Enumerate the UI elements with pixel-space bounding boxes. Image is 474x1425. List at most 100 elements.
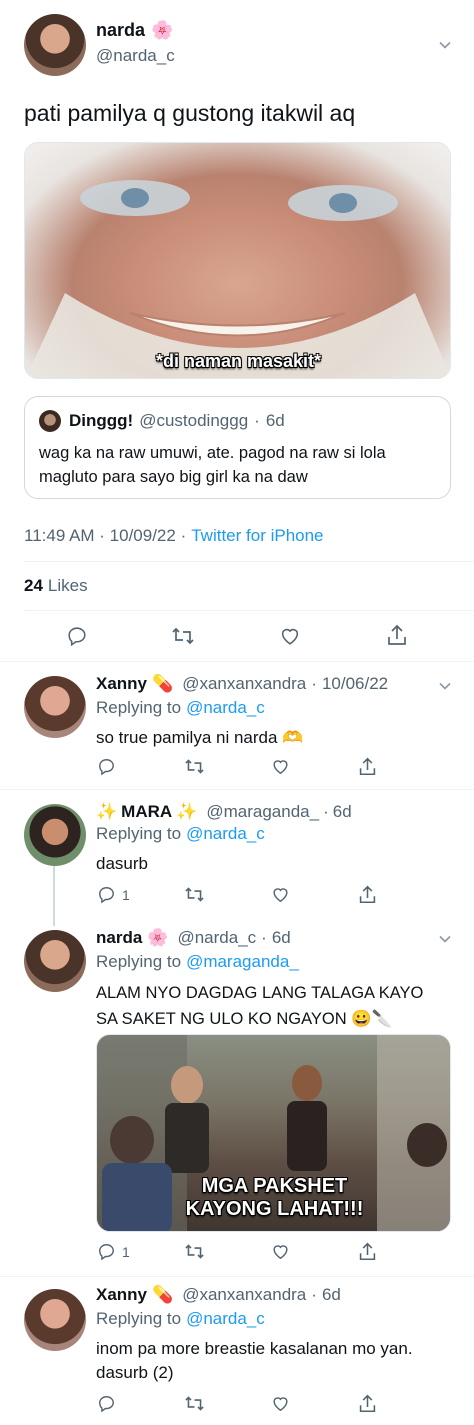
retweet-button[interactable] bbox=[184, 1394, 205, 1413]
divider bbox=[24, 561, 474, 562]
replying-label: Replying to bbox=[96, 952, 182, 971]
avatar[interactable] bbox=[24, 14, 86, 76]
reply-sep: · bbox=[261, 928, 267, 947]
reply-count: 1 bbox=[122, 886, 130, 903]
reply-sep: · bbox=[323, 802, 329, 821]
image-caption-line: MGA PAKSHET bbox=[201, 1175, 348, 1197]
replying-to-handle[interactable]: @narda_c bbox=[186, 824, 265, 844]
share-button[interactable] bbox=[358, 884, 377, 905]
avatar[interactable] bbox=[24, 804, 86, 866]
tweet-meta: 11:49 AM · 10/09/22 · Twitter for iPhone bbox=[24, 526, 324, 546]
like-icon bbox=[271, 1242, 290, 1261]
sparkle-icon: ✨ bbox=[176, 802, 198, 821]
likes-label: Likes bbox=[47, 576, 88, 595]
replying-to-handle[interactable]: @maraganda_ bbox=[186, 952, 299, 972]
avatar[interactable] bbox=[24, 676, 86, 738]
retweet-button[interactable] bbox=[184, 885, 205, 904]
avatar[interactable] bbox=[24, 1289, 86, 1351]
reply-button[interactable] bbox=[97, 757, 122, 776]
quote-text: wag ka na raw umuwi, ate. pagod na raw s… bbox=[39, 444, 386, 486]
author-emoji: 🌸 bbox=[147, 928, 169, 947]
tweet-image[interactable]: *di naman masakit* bbox=[24, 142, 451, 379]
reply-tweet[interactable]: Xanny 💊 @xanxanxandra · 6d Replying to @… bbox=[0, 1277, 474, 1425]
quote-author-handle: @custodinggg bbox=[139, 411, 249, 430]
like-icon bbox=[279, 625, 301, 647]
reply-icon bbox=[97, 885, 116, 904]
reply-text-line: dasurb (2) bbox=[96, 1363, 174, 1382]
replying-to: Replying to @narda_c bbox=[96, 1309, 265, 1329]
reply-header: Xanny 💊 @xanxanxandra · 10/06/22 bbox=[96, 674, 388, 694]
like-button[interactable] bbox=[279, 625, 301, 647]
reply-text: ALAM NYO DAGDAG LANG TALAGA KAYO SA SAKE… bbox=[96, 980, 468, 1032]
chevron-down-icon[interactable] bbox=[438, 679, 452, 693]
author-handle[interactable]: @narda_c bbox=[177, 928, 256, 948]
replying-to: Replying to @narda_c bbox=[96, 824, 265, 844]
reply-text: so true pamilya ni narda 🫶 bbox=[96, 728, 304, 747]
reply-text: dasurb bbox=[96, 854, 148, 873]
reply-image[interactable]: MGA PAKSHET KAYONG LAHAT!!! bbox=[96, 1034, 451, 1232]
reply-text: inom pa more breastie kasalanan mo yan. … bbox=[96, 1337, 468, 1385]
author-name[interactable]: MARA bbox=[121, 802, 172, 822]
like-button[interactable] bbox=[271, 885, 290, 904]
reply-time: 6d bbox=[321, 1285, 341, 1304]
replying-label: Replying to bbox=[96, 1309, 182, 1328]
reply-button[interactable]: 1 bbox=[97, 885, 130, 904]
reply-icon bbox=[97, 1242, 116, 1261]
image-caption: MGA PAKSHET KAYONG LAHAT!!! bbox=[97, 1175, 450, 1221]
reply-icon bbox=[97, 1394, 116, 1413]
reply-time: 6d bbox=[332, 802, 352, 821]
retweet-icon bbox=[171, 625, 195, 647]
replying-to: Replying to @narda_c bbox=[96, 698, 265, 718]
retweet-button[interactable] bbox=[184, 757, 205, 776]
author-emoji: 💊 bbox=[152, 1285, 174, 1304]
image-caption-line: KAYONG LAHAT!!! bbox=[185, 1198, 364, 1220]
reply-button[interactable] bbox=[66, 625, 88, 647]
avatar[interactable] bbox=[24, 930, 86, 992]
author-handle[interactable]: @maraganda_ bbox=[206, 802, 319, 822]
author-name[interactable]: Xanny bbox=[96, 1285, 147, 1305]
reply-header: narda 🌸 @narda_c · 6d bbox=[96, 928, 291, 948]
image-caption: *di naman masakit* bbox=[155, 351, 322, 371]
reply-button[interactable]: 1 bbox=[97, 1242, 130, 1261]
share-icon bbox=[358, 756, 377, 777]
like-button[interactable] bbox=[271, 1394, 290, 1413]
reply-sep: · bbox=[311, 1285, 317, 1304]
chevron-down-icon[interactable] bbox=[438, 38, 452, 52]
retweet-button[interactable] bbox=[171, 625, 195, 647]
replying-to-handle[interactable]: @narda_c bbox=[186, 698, 265, 718]
retweet-icon bbox=[184, 1242, 205, 1261]
author-emoji: 🌸 bbox=[151, 20, 174, 40]
retweet-button[interactable] bbox=[184, 1242, 205, 1261]
like-button[interactable] bbox=[271, 1242, 290, 1261]
share-button[interactable] bbox=[358, 1393, 377, 1414]
likes-row[interactable]: 24 Likes bbox=[24, 576, 88, 596]
tweet-text: pati pamilya q gustong itakwil aq bbox=[24, 100, 356, 126]
reply-time: 6d bbox=[271, 928, 291, 947]
quoted-tweet[interactable]: Dinggg! @custodinggg · 6d wag ka na raw … bbox=[24, 396, 451, 499]
author-handle[interactable]: @xanxanxandra bbox=[182, 1285, 306, 1305]
like-button[interactable] bbox=[271, 757, 290, 776]
replying-to-handle[interactable]: @narda_c bbox=[186, 1309, 265, 1329]
tweet-source[interactable]: Twitter for iPhone bbox=[191, 526, 323, 546]
author-name[interactable]: Xanny bbox=[96, 674, 147, 694]
replying-label: Replying to bbox=[96, 698, 182, 717]
reply-tweet[interactable]: ✨ MARA ✨ @maraganda_ · 6d Replying to @n… bbox=[0, 790, 474, 918]
author-name[interactable]: narda bbox=[96, 928, 142, 948]
reply-header: Xanny 💊 @xanxanxandra · 6d bbox=[96, 1285, 341, 1305]
share-button[interactable] bbox=[386, 623, 408, 647]
author-handle[interactable]: @narda_c bbox=[96, 46, 175, 66]
author-handle[interactable]: @xanxanxandra bbox=[182, 674, 306, 694]
reply-tweet[interactable]: narda 🌸 @narda_c · 6d Replying to @marag… bbox=[0, 918, 474, 1276]
author-name[interactable]: narda bbox=[96, 20, 145, 41]
reply-icon bbox=[66, 625, 88, 647]
divider bbox=[24, 610, 474, 611]
share-button[interactable] bbox=[358, 756, 377, 777]
retweet-icon bbox=[184, 1394, 205, 1413]
share-icon bbox=[358, 1393, 377, 1414]
chevron-down-icon[interactable] bbox=[438, 932, 452, 946]
retweet-icon bbox=[184, 757, 205, 776]
share-button[interactable] bbox=[358, 1241, 377, 1262]
reply-tweet[interactable]: Xanny 💊 @xanxanxandra · 10/06/22 Replyin… bbox=[0, 662, 474, 788]
like-icon bbox=[271, 885, 290, 904]
reply-button[interactable] bbox=[97, 1394, 122, 1413]
